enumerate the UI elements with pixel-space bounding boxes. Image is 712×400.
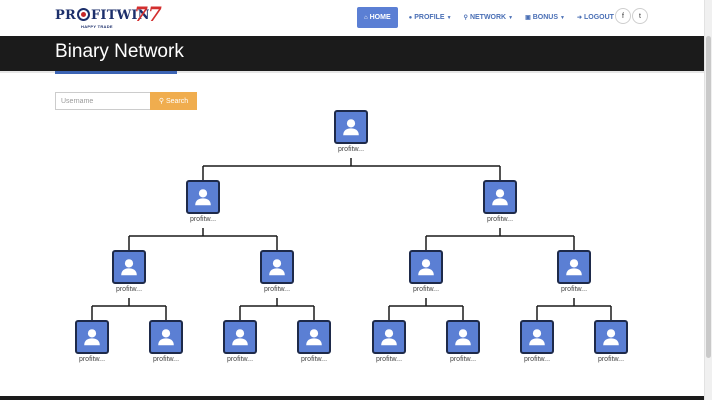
main-nav: ⌂ HOME ● PROFILE ▼ ⚲ NETWORK ▼ ▣ BONUS ▼… [357, 7, 620, 28]
username-search-input[interactable] [55, 92, 151, 110]
caret-down-icon: ▼ [508, 14, 514, 21]
page-scrollbar[interactable] [704, 0, 712, 400]
scrollbar-thumb[interactable] [706, 36, 711, 358]
caret-down-icon: ▼ [446, 14, 452, 21]
caret-down-icon: ▼ [560, 14, 565, 21]
tree-node-root[interactable] [334, 110, 368, 144]
user-avatar-icon [269, 259, 285, 276]
tree-node-lll[interactable] [75, 320, 109, 354]
user-icon: ● [408, 14, 413, 21]
user-avatar-icon [418, 259, 434, 276]
tree-node-lrr[interactable] [297, 320, 331, 354]
top-navbar: PR FITWIN 77 HAPPY TRADE ⌂ HOME ● PROFILE… [0, 0, 704, 36]
tree-node-label[interactable]: profitw... [136, 356, 196, 363]
tree-node-label[interactable]: profitw... [173, 216, 233, 223]
user-avatar-icon [232, 329, 248, 346]
tree-node-label[interactable]: profitw... [544, 286, 604, 293]
tree-node-l[interactable] [186, 180, 220, 214]
user-avatar-icon [455, 329, 471, 346]
tree-node-lrl[interactable] [223, 320, 257, 354]
nav-home[interactable]: ⌂ HOME [357, 7, 398, 28]
tree-node-label[interactable]: profitw... [581, 356, 641, 363]
brand-logo[interactable]: PR FITWIN 77 HAPPY TRADE [55, 2, 162, 32]
nav-logout-label: LOGOUT [584, 14, 614, 21]
sitemap-icon: ⚲ [463, 15, 468, 21]
tree-node-label[interactable]: profitw... [284, 356, 344, 363]
user-avatar-icon [343, 119, 359, 136]
page-title: Binary Network [55, 41, 184, 62]
tree-node-rrl[interactable] [520, 320, 554, 354]
search-button[interactable]: ⚲ Search [150, 92, 197, 110]
tree-node-rlr[interactable] [446, 320, 480, 354]
home-icon: ⌂ [364, 14, 368, 21]
nav-bonus[interactable]: ▣ BONUS ▼ [519, 7, 571, 28]
twitter-icon: t [639, 12, 641, 20]
tree-node-rl[interactable] [409, 250, 443, 284]
user-avatar-icon [84, 329, 100, 346]
target-icon [76, 8, 90, 21]
tree-node-llr[interactable] [149, 320, 183, 354]
tree-node-rrr[interactable] [594, 320, 628, 354]
sign-out-icon: ➜ [576, 15, 583, 21]
facebook-button[interactable]: f [615, 8, 631, 24]
footer-bar [0, 396, 704, 400]
tree-node-rll[interactable] [372, 320, 406, 354]
tree-node-label[interactable]: profitw... [210, 356, 270, 363]
facebook-icon: f [622, 12, 624, 20]
nav-home-label: HOME [369, 14, 391, 21]
tree-node-label[interactable]: profitw... [470, 216, 530, 223]
nav-network[interactable]: ⚲ NETWORK ▼ [458, 7, 520, 28]
tree-node-label[interactable]: profitw... [321, 146, 381, 153]
logo-tagline: HAPPY TRADE [81, 24, 113, 29]
tree-node-rr[interactable] [557, 250, 591, 284]
nav-network-label: NETWORK [469, 14, 507, 21]
nav-logout[interactable]: ➜ LOGOUT [571, 7, 620, 28]
user-avatar-icon [306, 329, 322, 346]
tree-node-ll[interactable] [112, 250, 146, 284]
tree-node-label[interactable]: profitw... [507, 356, 567, 363]
tree-node-label[interactable]: profitw... [247, 286, 307, 293]
logo-number: 77 [134, 2, 162, 26]
tree-node-label[interactable]: profitw... [99, 286, 159, 293]
tree-node-label[interactable]: profitw... [433, 356, 493, 363]
user-avatar-icon [195, 189, 211, 206]
user-avatar-icon [121, 259, 137, 276]
nav-bonus-label: BONUS [532, 14, 559, 21]
twitter-button[interactable]: t [632, 8, 648, 24]
tree-node-label[interactable]: profitw... [396, 286, 456, 293]
page-title-band: Binary Network [0, 36, 704, 71]
nav-profile-label: PROFILE [414, 14, 445, 21]
tree-node-lr[interactable] [260, 250, 294, 284]
tree-node-label[interactable]: profitw... [62, 356, 122, 363]
money-icon: ▣ [525, 15, 531, 21]
title-accent-bar [55, 71, 177, 74]
tree-node-r[interactable] [483, 180, 517, 214]
tree-node-label[interactable]: profitw... [359, 356, 419, 363]
user-avatar-icon [603, 329, 619, 346]
user-avatar-icon [529, 329, 545, 346]
user-avatar-icon [566, 259, 582, 276]
user-avatar-icon [381, 329, 397, 346]
user-avatar-icon [158, 329, 174, 346]
search-icon: ⚲ [158, 98, 164, 105]
user-avatar-icon [492, 189, 508, 206]
nav-profile[interactable]: ● PROFILE ▼ [403, 7, 458, 28]
search-button-label: Search [165, 97, 189, 105]
